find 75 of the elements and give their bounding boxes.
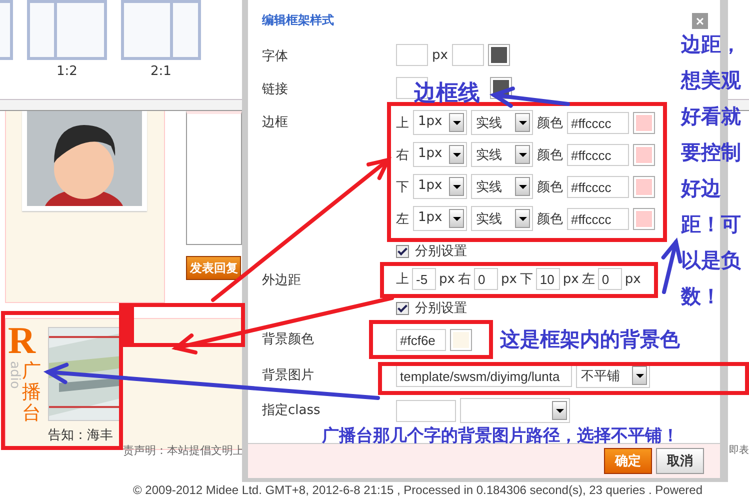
annotation-text: 边距，想美观好看就要控制好边距！可以是负数！ <box>681 31 742 310</box>
dropdown[interactable]: 1px <box>413 110 467 135</box>
layout-thumbnail[interactable] <box>27 0 107 60</box>
side-label: 左 <box>582 271 595 288</box>
color-label: 颜色 <box>537 146 563 164</box>
field-label: 背景颜色 <box>262 331 314 348</box>
text-field[interactable]: -5 <box>412 268 436 290</box>
text-field[interactable] <box>452 44 484 66</box>
side-label: 上 <box>396 114 409 132</box>
dialog-title: 编辑框架样式 <box>262 12 334 29</box>
dropdown[interactable]: 1px <box>413 206 467 231</box>
dropdown[interactable]: 1px <box>413 142 467 167</box>
dropdown[interactable]: 不平铺 <box>576 363 650 388</box>
radio-word: adio <box>8 361 22 391</box>
unit-label: px <box>500 272 517 286</box>
unit-label: px <box>562 272 579 286</box>
dropdown[interactable]: 实线 <box>471 142 533 167</box>
field-label: 外边距 <box>262 272 301 289</box>
side-label: 下 <box>396 178 409 196</box>
color-picker[interactable] <box>633 144 655 166</box>
unit-label: px <box>439 272 455 286</box>
text-field[interactable]: #ffcccc <box>567 208 629 230</box>
checkbox-label: 分别设置 <box>415 243 467 260</box>
side-label: 左 <box>396 210 409 228</box>
color-picker[interactable] <box>488 44 510 66</box>
dropdown[interactable]: 1px <box>413 174 467 199</box>
text-field[interactable]: #ffcccc <box>567 144 629 166</box>
unit-label: px <box>624 272 641 286</box>
text-field[interactable]: 0 <box>598 268 622 290</box>
text-field[interactable]: #ffcccc <box>567 176 629 198</box>
cancel-button[interactable]: 取消 <box>656 448 704 474</box>
color-picker[interactable] <box>633 208 655 230</box>
layout-label: 2:1 <box>150 64 172 79</box>
text-field[interactable]: template/swsm/diyimg/lunta <box>396 364 572 386</box>
text-field[interactable]: 0 <box>474 268 498 290</box>
color-label: 颜色 <box>537 210 563 228</box>
layout-thumbnail[interactable] <box>121 0 201 60</box>
color-picker[interactable] <box>633 112 655 134</box>
notice-text: 告知：海丰 <box>48 427 113 444</box>
dropdown[interactable]: 实线 <box>471 206 533 231</box>
text-field[interactable]: #ffcccc <box>567 112 629 134</box>
annotation-text: 这是框架内的背景色 <box>500 326 680 353</box>
disclaimer-text: 即表 <box>729 444 749 457</box>
dropdown[interactable]: 实线 <box>471 174 533 199</box>
color-picker[interactable] <box>450 329 472 351</box>
footer-text: © 2009-2012 Midee Ltd. GMT+8, 2012-6-8 21:15 , Processed in 0.184306 second(s), 23 queries . Powered <box>132 483 703 499</box>
checkbox-label: 分别设置 <box>415 300 467 317</box>
field-label: 链接 <box>262 81 288 98</box>
side-label: 右 <box>458 271 471 288</box>
text-field[interactable] <box>396 400 456 422</box>
field-label: 边框 <box>262 114 288 131</box>
color-label: 颜色 <box>537 178 563 196</box>
side-label: 右 <box>396 146 409 164</box>
unit-label: px <box>432 48 448 62</box>
side-label: 上 <box>396 271 409 288</box>
annotation-arrow <box>661 238 682 294</box>
text-field[interactable]: 10 <box>536 268 560 290</box>
side-label: 下 <box>520 271 533 288</box>
checkbox[interactable] <box>396 244 409 258</box>
color-picker[interactable] <box>490 77 512 99</box>
radio-letter: R <box>8 325 36 357</box>
annotation-text: 边框线 <box>414 80 480 108</box>
field-label: 背景图片 <box>262 367 314 384</box>
field-label: 字体 <box>262 48 288 65</box>
color-label: 颜色 <box>537 114 563 132</box>
dropdown[interactable] <box>460 398 570 423</box>
checkbox[interactable] <box>396 302 409 314</box>
text-field[interactable]: #fcf6e <box>396 329 446 351</box>
text-field[interactable] <box>396 44 428 66</box>
field-label: 指定class <box>262 402 320 419</box>
annotation-text: 广播台那几个字的背景图片路径，选择不平铺！ <box>322 425 679 447</box>
radio-title: 广播台 <box>22 361 41 424</box>
layout-label: 1:2 <box>56 64 78 79</box>
dropdown[interactable]: 实线 <box>471 110 533 135</box>
color-picker[interactable] <box>633 176 655 198</box>
